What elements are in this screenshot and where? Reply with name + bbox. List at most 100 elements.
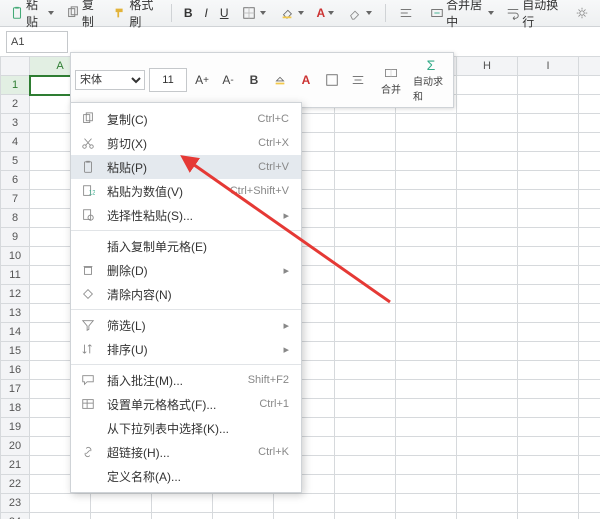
cell[interactable] [579, 437, 600, 456]
cell[interactable] [396, 228, 457, 247]
cell[interactable] [335, 285, 396, 304]
column-header[interactable]: J [579, 57, 600, 76]
cell[interactable] [518, 76, 579, 95]
cell[interactable] [579, 304, 600, 323]
cell[interactable] [518, 342, 579, 361]
cell[interactable] [457, 475, 518, 494]
cell[interactable] [579, 475, 600, 494]
cell[interactable] [579, 399, 600, 418]
row-header[interactable]: 2 [1, 95, 30, 114]
ctx-clear[interactable]: 清除内容(N) [71, 282, 301, 306]
cell[interactable] [335, 247, 396, 266]
cell[interactable] [518, 323, 579, 342]
cell[interactable] [335, 456, 396, 475]
cell[interactable] [518, 285, 579, 304]
underline-button[interactable]: U [216, 4, 233, 22]
borders-button[interactable] [237, 3, 271, 23]
align-button[interactable] [394, 3, 418, 23]
cell[interactable] [457, 152, 518, 171]
cell[interactable] [396, 361, 457, 380]
cell[interactable] [396, 399, 457, 418]
increase-font-button[interactable]: A+ [191, 69, 213, 91]
merge-button[interactable]: 合并 [373, 65, 409, 96]
select-all-corner[interactable] [1, 57, 30, 76]
cell[interactable] [335, 380, 396, 399]
cell[interactable] [518, 266, 579, 285]
cell[interactable] [335, 361, 396, 380]
cell[interactable] [518, 513, 579, 519]
cell[interactable] [457, 209, 518, 228]
eraser-button[interactable] [343, 3, 377, 23]
cell[interactable] [579, 418, 600, 437]
cell[interactable] [518, 114, 579, 133]
row-header[interactable]: 7 [1, 190, 30, 209]
cell[interactable] [518, 228, 579, 247]
cell[interactable] [579, 228, 600, 247]
fill-color-button[interactable] [269, 69, 291, 91]
row-header[interactable]: 24 [1, 513, 30, 519]
cell[interactable] [457, 76, 518, 95]
cell[interactable] [396, 190, 457, 209]
ctx-paste[interactable]: 粘贴(P) Ctrl+V [71, 155, 301, 179]
cell[interactable] [579, 190, 600, 209]
cell[interactable] [518, 190, 579, 209]
cell[interactable] [579, 152, 600, 171]
merge-center-button[interactable]: 合并居中 [426, 0, 498, 32]
cell[interactable] [396, 418, 457, 437]
cell[interactable] [457, 266, 518, 285]
cell[interactable] [457, 399, 518, 418]
cell[interactable] [91, 494, 152, 513]
ctx-delete[interactable]: 删除(D) ▸ [71, 258, 301, 282]
cell[interactable] [579, 266, 600, 285]
row-header[interactable]: 22 [1, 475, 30, 494]
cell[interactable] [579, 494, 600, 513]
row-header[interactable]: 15 [1, 342, 30, 361]
cell[interactable] [335, 304, 396, 323]
fill-color-button[interactable] [275, 3, 309, 23]
row-header[interactable]: 10 [1, 247, 30, 266]
cell[interactable] [91, 513, 152, 519]
row-header[interactable]: 9 [1, 228, 30, 247]
align-button[interactable] [347, 69, 369, 91]
cell[interactable] [518, 152, 579, 171]
cell[interactable] [518, 399, 579, 418]
cell[interactable] [335, 133, 396, 152]
cell[interactable] [213, 494, 274, 513]
cell[interactable] [335, 209, 396, 228]
cell[interactable] [396, 152, 457, 171]
cell[interactable] [518, 209, 579, 228]
cell[interactable] [579, 513, 600, 519]
cell[interactable] [396, 342, 457, 361]
cell[interactable] [579, 456, 600, 475]
cell[interactable] [518, 380, 579, 399]
cell[interactable] [518, 304, 579, 323]
font-color-button[interactable]: A [295, 69, 317, 91]
ctx-paste-values[interactable]: 12 粘贴为数值(V) Ctrl+Shift+V [71, 179, 301, 203]
cell[interactable] [396, 114, 457, 133]
ctx-filter[interactable]: 筛选(L) ▸ [71, 313, 301, 337]
cell[interactable] [396, 380, 457, 399]
row-header[interactable]: 1 [1, 76, 30, 95]
italic-button[interactable]: I [201, 4, 212, 22]
cell[interactable] [518, 95, 579, 114]
ctx-insert-comment[interactable]: 插入批注(M)... Shift+F2 [71, 368, 301, 392]
cell[interactable] [396, 475, 457, 494]
cell[interactable] [335, 152, 396, 171]
cell[interactable] [457, 437, 518, 456]
row-header[interactable]: 3 [1, 114, 30, 133]
autosum-button[interactable]: Σ 自动求和 [413, 57, 449, 103]
row-header[interactable]: 8 [1, 209, 30, 228]
row-header[interactable]: 23 [1, 494, 30, 513]
cell[interactable] [579, 76, 600, 95]
bold-button[interactable]: B [180, 4, 197, 22]
row-header[interactable]: 4 [1, 133, 30, 152]
cell[interactable] [274, 494, 335, 513]
copy-button[interactable]: 复制 [62, 0, 105, 32]
ctx-paste-special[interactable]: 选择性粘贴(S)... ▸ [71, 203, 301, 227]
cell[interactable] [274, 513, 335, 519]
row-header[interactable]: 12 [1, 285, 30, 304]
decrease-font-button[interactable]: A- [217, 69, 239, 91]
cell[interactable] [457, 342, 518, 361]
cell[interactable] [396, 304, 457, 323]
ctx-pick-from-list[interactable]: 从下拉列表中选择(K)... [71, 416, 301, 440]
